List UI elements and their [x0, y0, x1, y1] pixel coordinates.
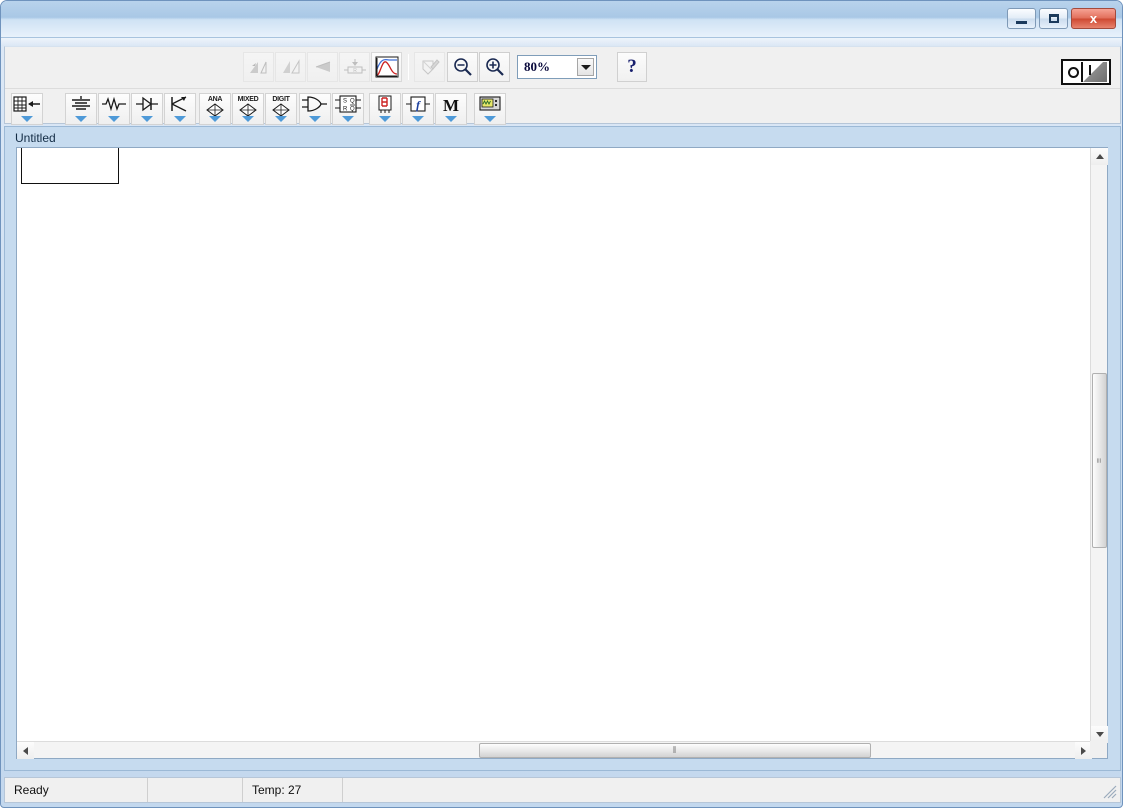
- sheet-icon[interactable]: [11, 93, 43, 125]
- dc-transfer-icon[interactable]: [243, 52, 274, 82]
- chevron-right-icon: [1081, 746, 1086, 755]
- chevron-down-icon[interactable]: [108, 116, 120, 122]
- analog-label: ANA: [207, 96, 223, 103]
- vertical-scrollbar[interactable]: ≡: [1090, 148, 1108, 743]
- scrollbar-corner: [1090, 741, 1107, 758]
- status-panel-extra: [343, 778, 1120, 802]
- misc-label: M: [442, 96, 460, 115]
- zoom-in-icon[interactable]: [479, 52, 510, 82]
- sheet-group: [11, 92, 44, 126]
- horizontal-scrollbar-thumb[interactable]: ⦀: [479, 743, 871, 758]
- analysis-button-group: R: [243, 50, 446, 84]
- chevron-down-icon[interactable]: [174, 116, 186, 122]
- svg-text:Q: Q: [350, 107, 355, 113]
- flip-flop-icon[interactable]: S R Q Q: [332, 93, 364, 125]
- chevron-down-icon[interactable]: [275, 116, 287, 122]
- zoom-out-icon[interactable]: [447, 52, 478, 82]
- svg-text:R: R: [353, 68, 357, 74]
- caret-glyph: [580, 64, 591, 70]
- minimize-icon: [1016, 20, 1027, 24]
- client-top-band: [1, 38, 1122, 46]
- chevron-left-icon: [23, 746, 28, 755]
- vertical-scrollbar-thumb[interactable]: ≡: [1092, 373, 1107, 548]
- horizontal-scrollbar[interactable]: ⦀: [17, 741, 1092, 759]
- noise-icon[interactable]: R: [339, 52, 370, 82]
- chevron-down-icon[interactable]: [379, 116, 391, 122]
- probe-icon[interactable]: [414, 52, 445, 82]
- analysis-toolbar: R 80% ?: [5, 47, 1120, 88]
- scrollbar-grip: ⦀: [672, 745, 678, 755]
- power-on-bar: [1089, 65, 1091, 75]
- chevron-down-icon[interactable]: [412, 116, 424, 122]
- document-area: Untitled ≡ ⦀: [4, 126, 1121, 771]
- window-controls: x: [1007, 8, 1116, 29]
- chevron-down-icon[interactable]: [445, 116, 457, 122]
- source-icon[interactable]: [65, 93, 97, 125]
- power-on-icon: [1081, 62, 1107, 82]
- dc-sweep-icon[interactable]: [275, 52, 306, 82]
- chevron-down-icon[interactable]: [577, 58, 594, 76]
- chevron-down-icon[interactable]: [75, 116, 87, 122]
- scroll-up-button[interactable]: [1091, 148, 1108, 165]
- transistor-icon[interactable]: [164, 93, 196, 125]
- display-icon[interactable]: [369, 93, 401, 125]
- passives-group: [65, 92, 197, 126]
- logic-group: S R Q Q: [299, 92, 365, 126]
- analog-icon[interactable]: ANA: [199, 93, 231, 125]
- title-bar: x: [1, 1, 1122, 38]
- mixed-icon[interactable]: MIXED: [232, 93, 264, 125]
- digital-icon[interactable]: DIGIT: [265, 93, 297, 125]
- help-button[interactable]: ?: [617, 52, 647, 82]
- document-title: Untitled: [15, 131, 56, 145]
- mixed-label: MIXED: [237, 96, 259, 103]
- power-off-icon: [1068, 66, 1079, 78]
- scroll-left-button[interactable]: [17, 742, 34, 759]
- library-group: ANA MIXED DIGIT: [199, 92, 298, 126]
- chevron-down-icon: [1095, 732, 1104, 737]
- component-toolbar: ANA MIXED DIGIT S R Q Q f M: [5, 88, 1120, 158]
- zoom-group: 80% ?: [447, 50, 647, 84]
- resistor-icon[interactable]: [98, 93, 130, 125]
- chevron-down-icon[interactable]: [484, 116, 496, 122]
- svg-text:Q: Q: [350, 99, 355, 105]
- instrument-group: f M: [369, 92, 507, 126]
- function-block-icon[interactable]: f: [402, 93, 434, 125]
- resize-grip-icon[interactable]: [1103, 785, 1117, 799]
- restore-button[interactable]: [1039, 8, 1068, 29]
- schematic-canvas-container: ≡ ⦀: [16, 147, 1108, 759]
- chevron-up-icon: [1095, 154, 1104, 159]
- close-button[interactable]: x: [1071, 8, 1116, 29]
- status-message: Ready: [5, 778, 148, 802]
- chevron-down-icon[interactable]: [309, 116, 321, 122]
- chevron-down-icon[interactable]: [209, 116, 221, 122]
- power-switch[interactable]: [1061, 59, 1111, 85]
- chevron-down-icon[interactable]: [141, 116, 153, 122]
- schematic-canvas[interactable]: [17, 148, 1092, 743]
- svg-text:S: S: [343, 99, 347, 105]
- toolbar-area: R 80% ? ANA MIXED DIGIT S R Q Q f M: [4, 46, 1121, 158]
- misc-icon[interactable]: M: [435, 93, 467, 125]
- diode-icon[interactable]: [131, 93, 163, 125]
- chevron-down-icon[interactable]: [242, 116, 254, 122]
- svg-text:R: R: [343, 107, 348, 113]
- instrument-icon[interactable]: [474, 93, 506, 125]
- status-bar: Ready Temp: 27: [4, 777, 1121, 803]
- logic-gate-icon[interactable]: [299, 93, 331, 125]
- transfer-function-icon[interactable]: [307, 52, 338, 82]
- zoom-level-value: 80%: [524, 59, 550, 74]
- restore-icon: [1048, 14, 1059, 23]
- chevron-down-icon[interactable]: [342, 116, 354, 122]
- digital-label: DIGIT: [272, 96, 290, 103]
- graph-icon[interactable]: [371, 52, 402, 82]
- status-panel-blank: [148, 778, 243, 802]
- minimize-button[interactable]: [1007, 8, 1036, 29]
- toolbar-separator: [408, 54, 409, 80]
- schematic-sheet-border: [21, 148, 119, 184]
- zoom-level-combobox[interactable]: 80%: [517, 55, 597, 79]
- application-window: x R 80% ? ANA MIXED DIGIT S R Q Q f M Un…: [0, 0, 1123, 808]
- chevron-down-icon[interactable]: [21, 116, 33, 122]
- status-temperature: Temp: 27: [243, 778, 343, 802]
- scrollbar-grip: ≡: [1094, 457, 1105, 464]
